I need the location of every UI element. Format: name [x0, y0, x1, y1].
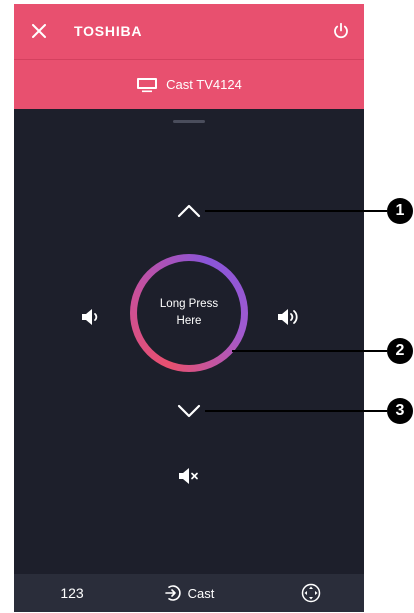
callout-badge-1: 1 — [387, 198, 413, 224]
power-icon — [334, 22, 348, 39]
callout-line-1 — [205, 210, 387, 212]
volume-down-button[interactable] — [74, 300, 108, 334]
chevron-up-icon — [177, 204, 201, 218]
center-dial-label: Long Press Here — [137, 261, 241, 365]
channel-up-button[interactable] — [169, 194, 209, 228]
cast-device-bar[interactable]: Cast TV4124 — [14, 59, 364, 109]
numpad-button[interactable]: 123 — [52, 574, 92, 612]
drag-handle[interactable] — [173, 120, 205, 123]
callout-line-3 — [205, 410, 387, 412]
mute-icon — [179, 468, 198, 484]
chevron-down-icon — [177, 404, 201, 418]
callout-badge-3: 3 — [387, 398, 413, 424]
dpad-icon — [301, 583, 321, 603]
close-icon — [32, 24, 46, 38]
cast-input-button[interactable]: Cast — [149, 574, 229, 612]
cast-label: Cast — [187, 585, 215, 601]
callout-badge-2: 2 — [387, 338, 413, 364]
volume-up-icon — [278, 309, 298, 325]
callout-line-2 — [232, 350, 387, 352]
numpad-label: 123 — [60, 585, 84, 601]
app-header: TOSHIBA — [14, 4, 364, 59]
dpad-button[interactable] — [294, 574, 328, 612]
bottom-toolbar: 123 Cast — [14, 574, 364, 612]
power-button[interactable] — [330, 20, 352, 42]
tv-icon — [137, 77, 158, 92]
cast-device-label: Cast TV4124 — [166, 77, 242, 92]
channel-down-button[interactable] — [169, 394, 209, 428]
close-button[interactable] — [28, 20, 50, 42]
volume-down-icon — [82, 309, 98, 325]
mute-button[interactable] — [169, 459, 209, 493]
brand-title: TOSHIBA — [74, 23, 143, 39]
center-dial[interactable]: Long Press Here — [130, 254, 248, 372]
phone-screen: TOSHIBA Cast TV4124 Long Press Here 123 … — [14, 4, 364, 612]
cast-input-icon — [164, 585, 181, 601]
volume-up-button[interactable] — [269, 300, 309, 334]
